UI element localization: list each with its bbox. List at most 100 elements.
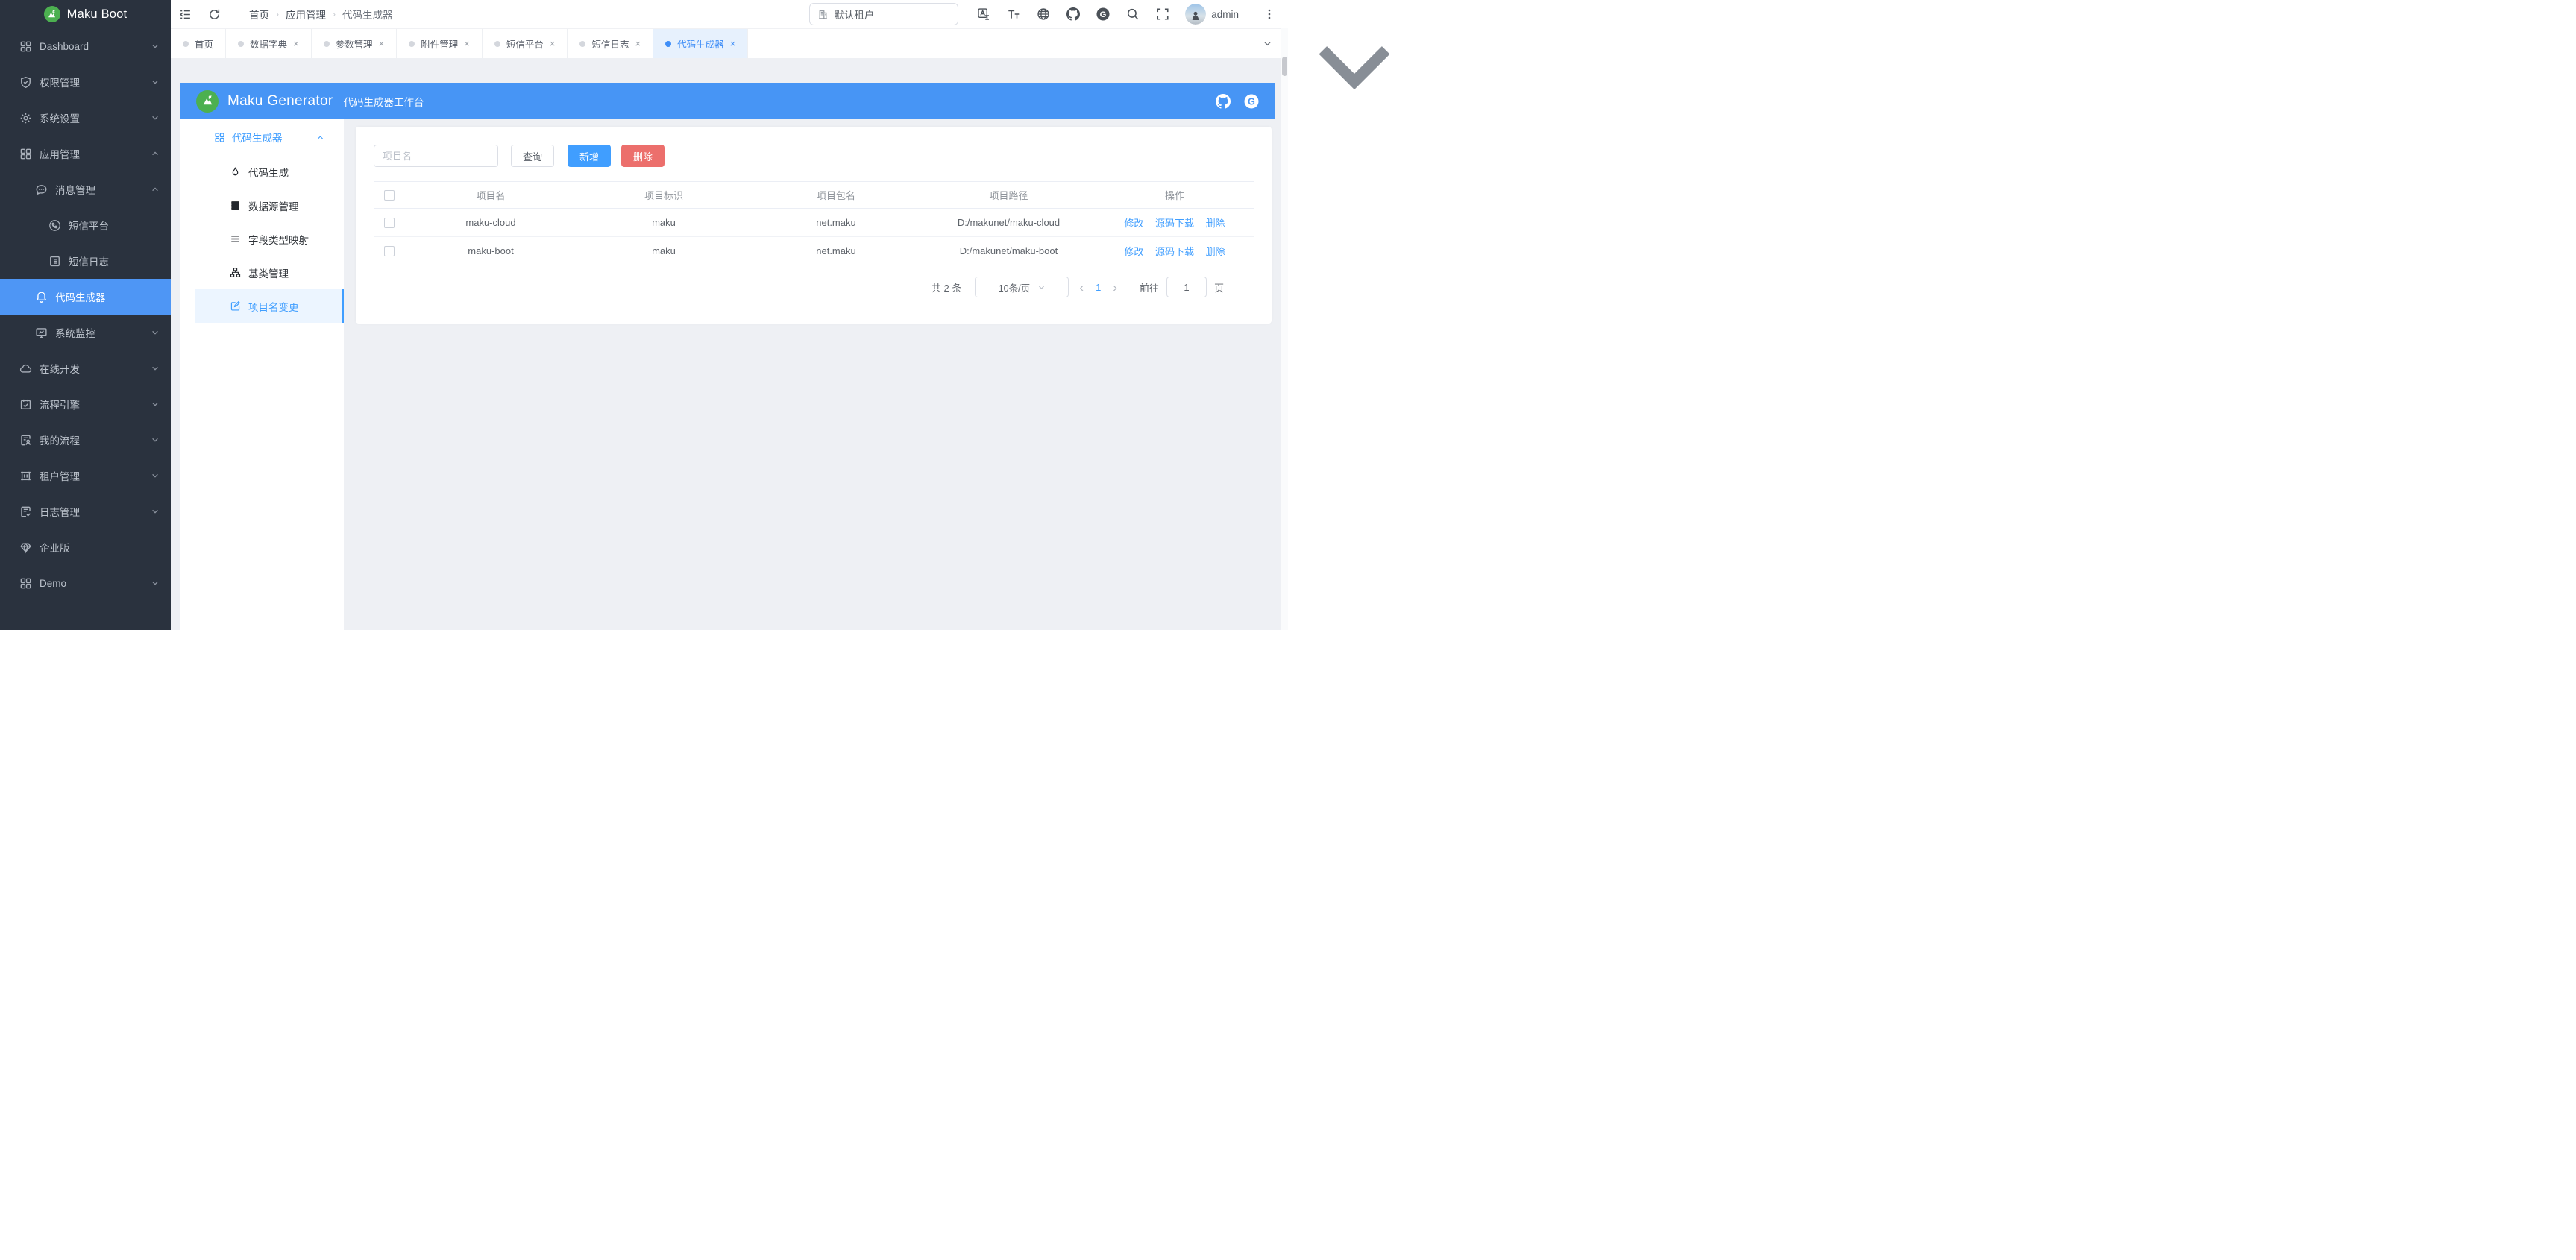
query-button[interactable]: 查询: [511, 145, 554, 167]
close-icon[interactable]: ×: [293, 38, 299, 49]
chevron-down-icon: [1037, 283, 1046, 292]
tab-dot-icon: [183, 41, 189, 47]
grid-icon: [19, 40, 32, 53]
chevron-down-icon: [151, 328, 160, 337]
sidebar-item-enterprise[interactable]: 企业版: [0, 529, 171, 565]
project-card: 查询 新增 删除: [356, 127, 1272, 324]
sidebar-item-demo[interactable]: Demo: [0, 565, 171, 601]
office-building-icon: [817, 9, 829, 20]
tab-sms-log[interactable]: 短信日志 ×: [568, 29, 653, 58]
generator-menu-item-project-rename[interactable]: 项目名变更: [195, 289, 344, 323]
kebab-menu-icon[interactable]: [1263, 8, 1275, 20]
delete-link[interactable]: 删除: [1206, 218, 1225, 229]
sidebar-item-sms-log[interactable]: 短信日志: [0, 243, 171, 279]
generator-menu-item-datasource[interactable]: 数据源管理: [195, 189, 344, 222]
sidebar-item-message-management[interactable]: 消息管理: [0, 171, 171, 207]
tab-actions-dropdown[interactable]: [1254, 29, 1281, 58]
font-size-icon[interactable]: [999, 7, 1028, 21]
page-size-select[interactable]: 10条/页: [975, 277, 1069, 297]
avatar[interactable]: [1185, 4, 1206, 25]
page-scrollbar[interactable]: [1281, 28, 1288, 630]
projects-table: 项目名 项目标识 项目包名 项目路径 操作: [374, 181, 1254, 265]
tab-attachment-management[interactable]: 附件管理 ×: [397, 29, 483, 58]
gitee-icon[interactable]: [1088, 7, 1118, 21]
project-name-input[interactable]: [374, 145, 498, 167]
tab-parameter-management[interactable]: 参数管理 ×: [312, 29, 398, 58]
cell-project-name: maku-cloud: [404, 209, 577, 237]
sidebar-item-permissions[interactable]: 权限管理: [0, 64, 171, 100]
sidebar-item-online-dev[interactable]: 在线开发: [0, 350, 171, 386]
sidebar-item-system-settings[interactable]: 系统设置: [0, 100, 171, 136]
app-logo[interactable]: Maku Boot: [0, 0, 171, 28]
edit-link[interactable]: 修改: [1124, 246, 1143, 257]
fullscreen-icon[interactable]: [1148, 7, 1178, 21]
generator-menu-item-base-class[interactable]: 基类管理: [195, 256, 344, 289]
building-icon: [19, 470, 32, 482]
close-icon[interactable]: ×: [635, 38, 641, 49]
close-icon[interactable]: ×: [464, 38, 470, 49]
row-checkbox[interactable]: [384, 218, 395, 228]
tab-code-generator[interactable]: 代码生成器 ×: [653, 29, 748, 58]
delete-link[interactable]: 删除: [1206, 246, 1225, 257]
sidebar-item-tenant-management[interactable]: 租户管理: [0, 458, 171, 494]
generator-menu-group-label: 代码生成器: [232, 130, 283, 145]
delete-button[interactable]: 删除: [621, 145, 665, 167]
user-name[interactable]: admin: [1211, 9, 1239, 20]
row-checkbox[interactable]: [384, 246, 395, 256]
generator-menu-item-code-generation[interactable]: 代码生成: [195, 155, 344, 189]
header-left: 首页 › 应用管理 › 代码生成器: [179, 7, 393, 22]
github-icon[interactable]: [1058, 7, 1088, 21]
close-icon[interactable]: ×: [730, 38, 736, 49]
scrollbar-thumb[interactable]: [1282, 57, 1287, 76]
generator-menu-label: 数据源管理: [248, 198, 299, 213]
collapse-sidebar-icon[interactable]: [179, 8, 192, 21]
goto-label: 前往: [1140, 280, 1159, 294]
sidebar-item-system-monitor[interactable]: 系统监控: [0, 315, 171, 350]
breadcrumb-home[interactable]: 首页: [249, 7, 269, 22]
table-header-row: 项目名 项目标识 项目包名 项目路径 操作: [374, 182, 1254, 209]
chevron-down-icon: [151, 507, 160, 516]
download-source-link[interactable]: 源码下载: [1155, 218, 1194, 229]
generator-menu-item-field-type-mapping[interactable]: 字段类型映射: [195, 222, 344, 256]
sidebar-item-workflow-engine[interactable]: 流程引擎: [0, 386, 171, 422]
sidebar-item-app-management[interactable]: 应用管理: [0, 136, 171, 171]
tab-label: 参数管理: [336, 37, 373, 51]
edit-link[interactable]: 修改: [1124, 218, 1143, 229]
sidebar-item-code-generator[interactable]: 代码生成器: [0, 279, 171, 315]
select-all-checkbox[interactable]: [384, 190, 395, 201]
sidebar-item-log-management[interactable]: 日志管理: [0, 494, 171, 529]
tab-bar: 首页 数据字典 × 参数管理 × 附件管理 ×: [171, 28, 1281, 58]
sidebar-item-dashboard[interactable]: Dashboard: [0, 28, 171, 64]
close-icon[interactable]: ×: [550, 38, 556, 49]
server-icon: [230, 200, 241, 211]
close-icon[interactable]: ×: [379, 38, 385, 49]
sidebar-item-my-workflow[interactable]: 我的流程: [0, 422, 171, 458]
tab-sms-platform[interactable]: 短信平台 ×: [483, 29, 568, 58]
goto-page-input[interactable]: [1166, 277, 1207, 297]
gitee-icon[interactable]: [1244, 94, 1259, 109]
sidebar-item-label: 租户管理: [40, 468, 80, 483]
main-sidebar: Maku Boot Dashboard 权限管理 系统设置 应用管理: [0, 0, 171, 630]
tenant-select[interactable]: 默认租户: [809, 3, 958, 25]
generator-menu-group[interactable]: 代码生成器: [195, 119, 344, 155]
tab-home[interactable]: 首页: [171, 29, 226, 58]
search-icon[interactable]: [1118, 7, 1148, 21]
generator-app: Maku Generator 代码生成器工作台: [180, 83, 1275, 630]
tab-data-dictionary[interactable]: 数据字典 ×: [226, 29, 312, 58]
tabbar-spacer: [748, 29, 1254, 58]
generator-menu-label: 代码生成: [248, 165, 289, 180]
globe-icon[interactable]: [1028, 7, 1058, 21]
breadcrumb-app-management[interactable]: 应用管理: [286, 7, 326, 22]
prev-page-button[interactable]: ‹: [1079, 281, 1084, 294]
download-source-link[interactable]: 源码下载: [1155, 246, 1194, 257]
maku-logo-icon: [44, 6, 60, 22]
chevron-down-icon[interactable]: [1243, 10, 1251, 19]
sidebar-item-sms-platform[interactable]: 短信平台: [0, 207, 171, 243]
refresh-icon[interactable]: [208, 8, 221, 21]
next-page-button[interactable]: ›: [1113, 281, 1117, 294]
main-column: 首页 › 应用管理 › 代码生成器 默认租户: [171, 0, 1288, 630]
github-icon[interactable]: [1216, 94, 1231, 109]
current-page[interactable]: 1: [1096, 282, 1101, 293]
translate-icon[interactable]: [969, 7, 999, 21]
add-button[interactable]: 新增: [568, 145, 611, 167]
